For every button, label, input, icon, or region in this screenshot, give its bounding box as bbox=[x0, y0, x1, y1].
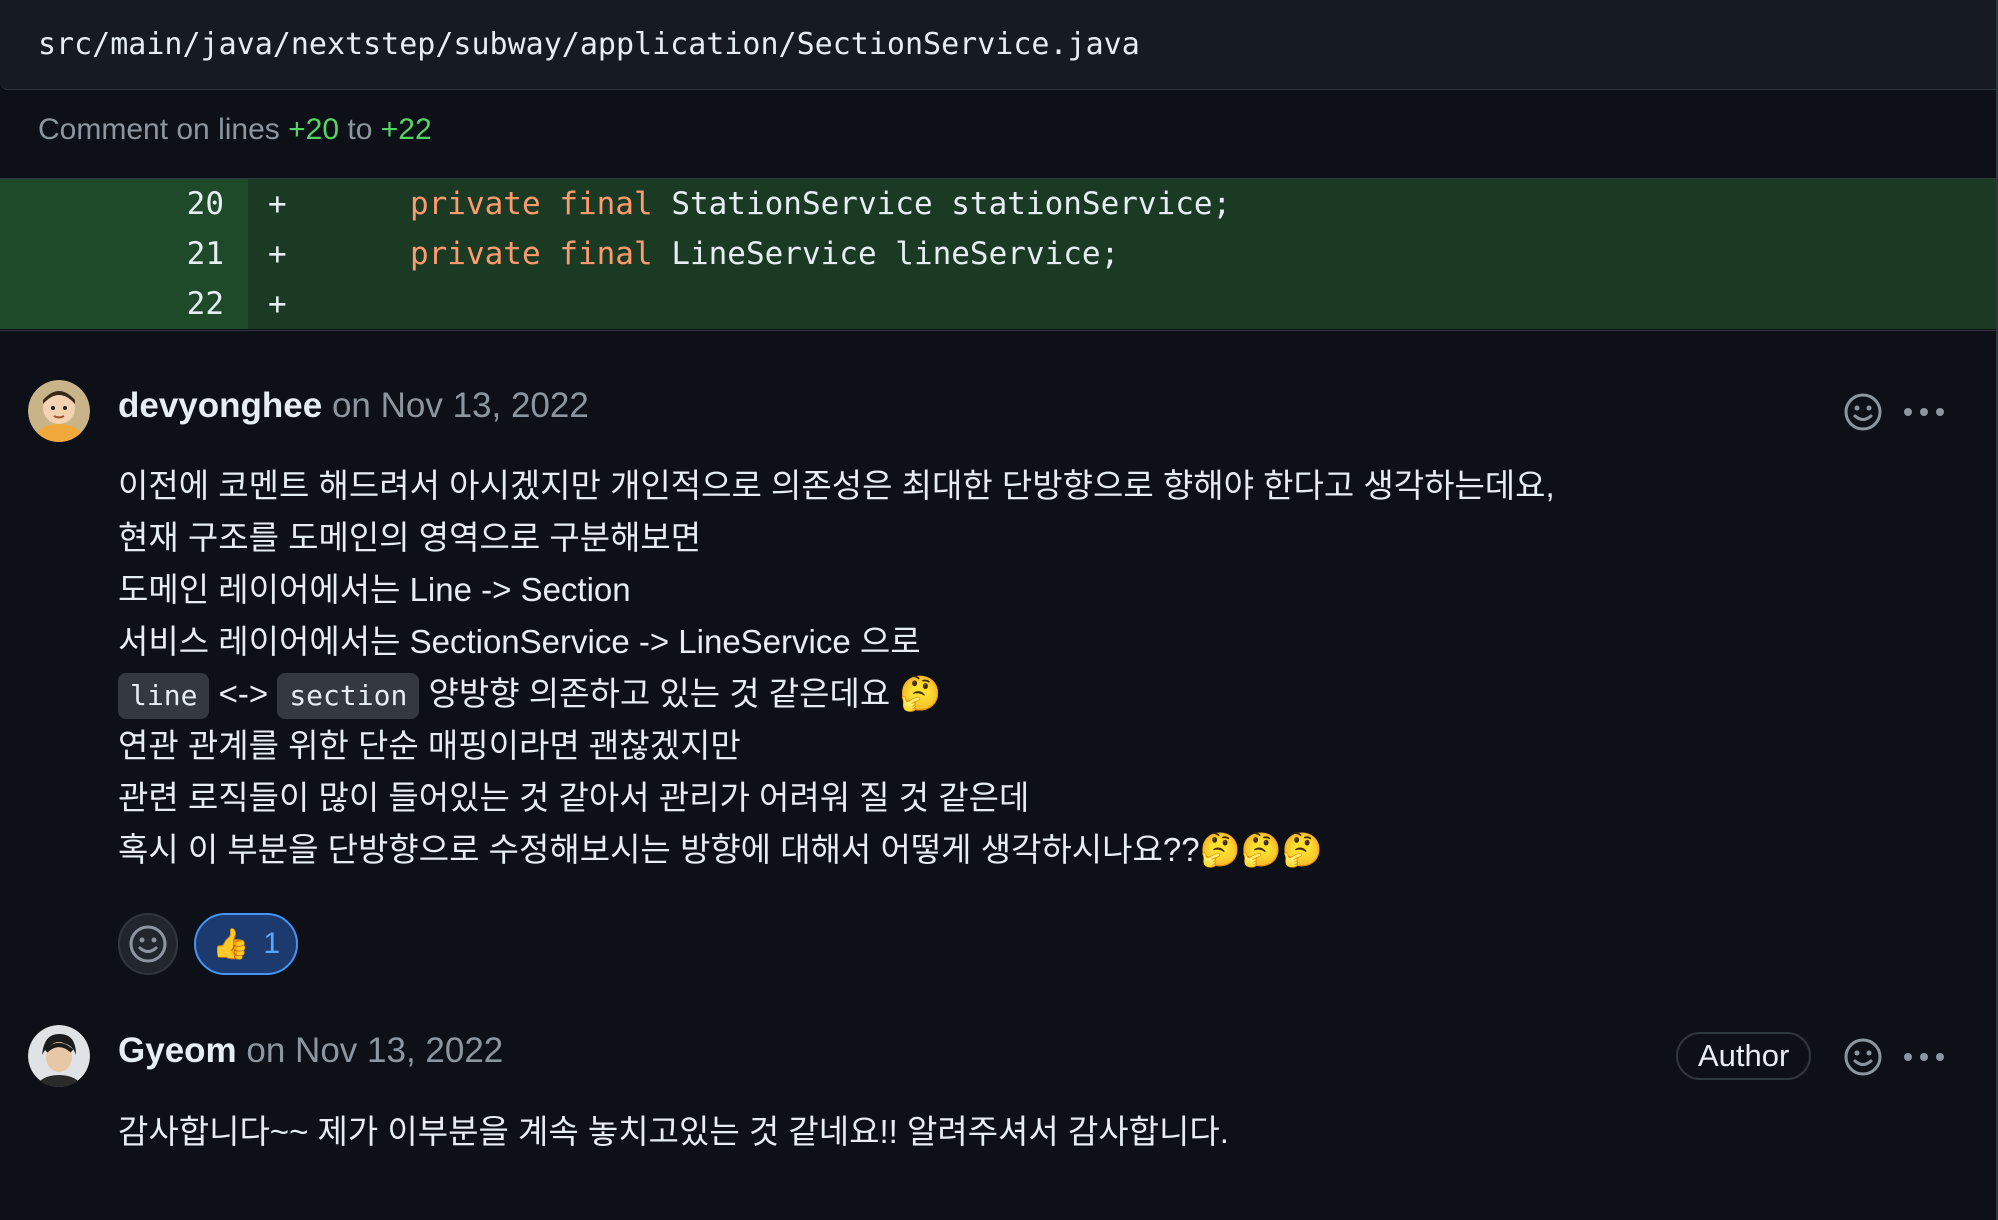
diff-code: + private final StationService stationSe… bbox=[248, 179, 1996, 229]
keyword: final bbox=[559, 236, 653, 272]
thumbs-up-reaction[interactable]: 👍 1 bbox=[194, 913, 298, 975]
diff-line: 20 + private final StationService statio… bbox=[0, 179, 1996, 229]
comment-line: 이전에 코멘트 해드려서 아시겠지만 개인적으로 의존성은 최대한 단방향으로 … bbox=[118, 467, 1555, 504]
comment-line: 현재 구조를 도메인의 영역으로 구분해보면 bbox=[118, 519, 702, 556]
kebab-horizontal-icon[interactable] bbox=[1902, 390, 1946, 434]
diff-line: 22 + bbox=[0, 279, 1996, 329]
reaction-count: 1 bbox=[263, 927, 281, 960]
avatar[interactable] bbox=[28, 1025, 90, 1087]
comment-range: Comment on lines +20 to +22 bbox=[38, 113, 432, 147]
review-thread: src/main/java/nextstep/subway/applicatio… bbox=[0, 0, 1998, 1220]
line-number[interactable]: 21 bbox=[0, 229, 248, 279]
author-badge: Author bbox=[1676, 1032, 1812, 1080]
keyword: final bbox=[559, 186, 653, 222]
diff-line: 21 + private final LineService lineServi… bbox=[0, 229, 1996, 279]
comment-line: 관련 로직들이 많이 들어있는 것 같아서 관리가 어려워 질 것 같은데 bbox=[118, 779, 1030, 816]
comment-range-prefix: Comment on lines bbox=[38, 113, 280, 146]
inline-code: section bbox=[277, 673, 420, 719]
code-text: StationService stationService; bbox=[671, 186, 1232, 222]
comment-line: 연관 관계를 위한 단순 매핑이라면 괜찮겠지만 bbox=[118, 727, 741, 764]
comment-date[interactable]: on Nov 13, 2022 bbox=[246, 1031, 503, 1070]
inline-code: line bbox=[118, 673, 210, 719]
author-name[interactable]: devyonghee bbox=[118, 386, 322, 425]
comment-body: 감사합니다~~ 제가 이부분을 계속 놓치고있는 것 같네요!! 알려주셔서 감… bbox=[118, 1106, 1229, 1158]
keyword: private bbox=[409, 236, 541, 272]
comment-line: 혹시 이 부분을 단방향으로 수정해보시는 방향에 대해서 어떻게 생각하시나요… bbox=[118, 831, 1323, 868]
diff-code: + bbox=[248, 279, 1996, 329]
file-path-header[interactable]: src/main/java/nextstep/subway/applicatio… bbox=[0, 0, 1996, 90]
line-number[interactable]: 20 bbox=[0, 179, 248, 229]
kebab-horizontal-icon[interactable] bbox=[1902, 1035, 1946, 1079]
thumbs-up-icon: 👍 bbox=[211, 927, 250, 961]
line-number[interactable]: 22 bbox=[0, 279, 248, 329]
code-text: LineService lineService; bbox=[671, 236, 1120, 272]
comment-header: Gyeom on Nov 13, 2022 bbox=[118, 1031, 503, 1071]
review-comment: devyonghee on Nov 13, 2022 이전에 코멘트 해드려서 … bbox=[0, 370, 1996, 975]
keyword: private bbox=[409, 186, 541, 222]
comment-text: 양방향 의존하고 있는 것 같은데요 bbox=[428, 675, 891, 712]
smiley-icon[interactable] bbox=[1841, 390, 1885, 434]
comment-line: 감사합니다~~ 제가 이부분을 계속 놓치고있는 것 같네요!! 알려주셔서 감… bbox=[118, 1113, 1229, 1150]
range-connector: to bbox=[347, 113, 373, 146]
author-name[interactable]: Gyeom bbox=[118, 1031, 237, 1070]
file-path[interactable]: src/main/java/nextstep/subway/applicatio… bbox=[38, 27, 1140, 62]
diff-sign: + bbox=[268, 236, 287, 272]
smiley-icon bbox=[129, 925, 167, 963]
smiley-icon[interactable] bbox=[1841, 1035, 1885, 1079]
diff-sign: + bbox=[268, 186, 287, 222]
arrow-text: <-> bbox=[218, 675, 269, 712]
review-comment: Gyeom on Nov 13, 2022 Author 감사합니다~~ 제가 … bbox=[0, 1015, 1996, 1215]
comment-date[interactable]: on Nov 13, 2022 bbox=[332, 386, 589, 425]
comment-header: devyonghee on Nov 13, 2022 bbox=[118, 386, 589, 426]
add-reaction-button[interactable] bbox=[118, 913, 178, 975]
comment-line: 서비스 레이어에서는 SectionService -> LineService… bbox=[118, 623, 921, 660]
diff-hunk: 20 + private final StationService statio… bbox=[0, 178, 1996, 331]
range-start: +20 bbox=[288, 113, 340, 146]
comment-body: 이전에 코멘트 해드려서 아시겠지만 개인적으로 의존성은 최대한 단방향으로 … bbox=[118, 460, 1555, 876]
comment-line: 도메인 레이어에서는 Line -> Section bbox=[118, 571, 631, 608]
avatar[interactable] bbox=[28, 380, 90, 442]
diff-code: + private final LineService lineService; bbox=[248, 229, 1996, 279]
range-end: +22 bbox=[380, 113, 432, 146]
thinking-emoji: 🤔 bbox=[899, 675, 942, 713]
comment-line: line <-> section 양방향 의존하고 있는 것 같은데요 🤔 bbox=[118, 668, 1555, 720]
diff-sign: + bbox=[268, 286, 287, 322]
